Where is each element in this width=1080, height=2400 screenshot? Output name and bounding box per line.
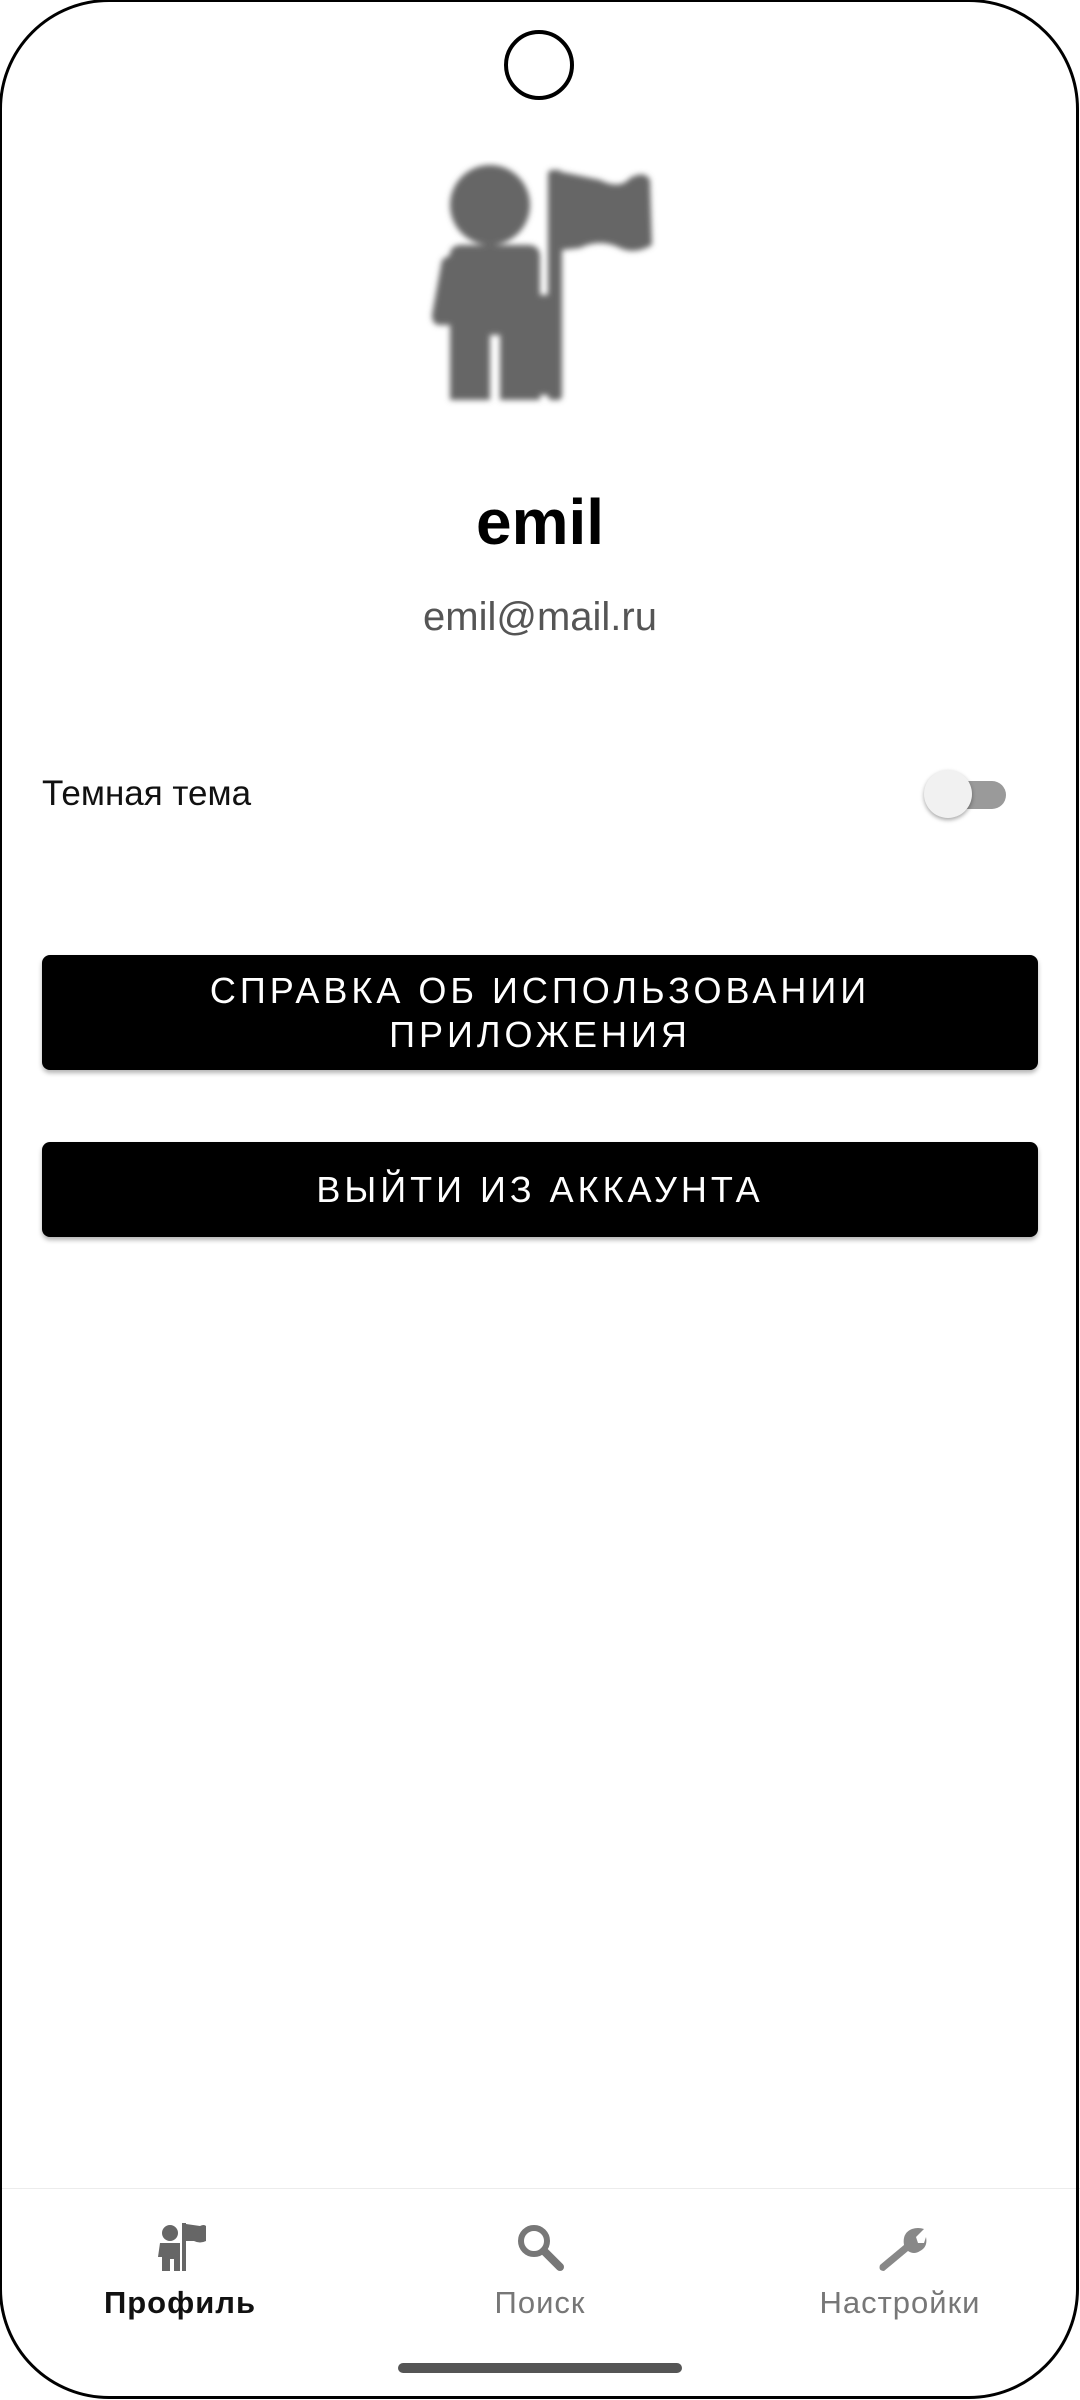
- nav-item-profile[interactable]: Профиль: [0, 2219, 360, 2339]
- search-icon: [512, 2219, 568, 2275]
- phone-screen: emil emil@mail.ru Темная тема СПРАВКА ОБ…: [0, 0, 1080, 2400]
- toggle-thumb: [924, 770, 972, 818]
- home-indicator[interactable]: [398, 2363, 682, 2373]
- profile-avatar-icon: [420, 160, 660, 410]
- dark-theme-toggle[interactable]: [924, 770, 1014, 820]
- wrench-icon: [872, 2219, 928, 2275]
- dark-theme-row: Темная тема: [42, 760, 1038, 830]
- front-camera: [504, 30, 574, 100]
- nav-label-profile: Профиль: [103, 2285, 257, 2320]
- nav-item-settings[interactable]: Настройки: [720, 2219, 1080, 2339]
- person-with-flag-icon: [152, 2219, 208, 2275]
- profile-email: emil@mail.ru: [423, 595, 657, 639]
- logout-button[interactable]: ВЫЙТИ ИЗ АККАУНТА: [42, 1142, 1038, 1237]
- profile-username: emil: [475, 486, 605, 558]
- nav-label-search: Поиск: [494, 2285, 586, 2320]
- dark-theme-label: Темная тема: [42, 774, 252, 813]
- help-button[interactable]: СПРАВКА ОБ ИСПОЛЬЗОВАНИИ ПРИЛОЖЕНИЯ: [42, 955, 1038, 1070]
- nav-item-search[interactable]: Поиск: [360, 2219, 720, 2339]
- nav-label-settings: Настройки: [819, 2285, 981, 2320]
